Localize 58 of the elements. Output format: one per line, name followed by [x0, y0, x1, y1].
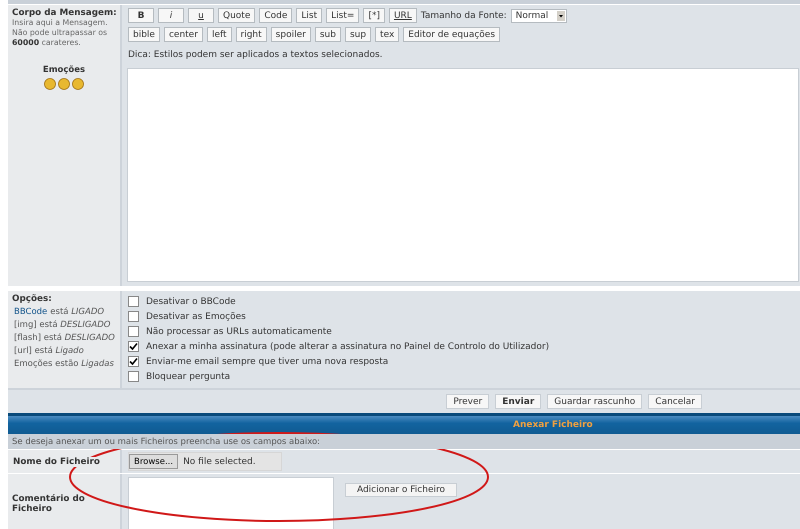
file-status: No file selected. [183, 456, 256, 466]
checkbox-label: Anexar a minha assinatura (pode alterar a assinatura no Painel de Controlo do Utilizador) [146, 342, 550, 352]
format-button[interactable]: List= [326, 8, 360, 23]
tip-text: Dica: Estilos podem ser aplicados a textos selecionados. [128, 50, 384, 60]
format-button[interactable]: Quote [218, 8, 256, 23]
format-button[interactable]: tex [375, 27, 400, 42]
format-button[interactable]: sub [314, 27, 341, 42]
status-text: [flash] está DESLIGADO [14, 333, 115, 343]
attach-hint: Se deseja anexar um ou mais Ficheiros preencha use os campos abaixo: [8, 434, 800, 449]
comment-label: Comentário do Ficheiro [12, 494, 86, 514]
format-button[interactable]: List [296, 8, 322, 23]
font-size-label: Tamanho da Fonte: [420, 10, 507, 20]
format-button[interactable]: B [128, 8, 154, 23]
file-name-label: Nome do Ficheiro [12, 456, 101, 466]
checkbox[interactable] [128, 311, 139, 322]
format-button[interactable]: bible [128, 27, 160, 42]
format-button[interactable]: left [206, 27, 232, 42]
status-text: Emoções estão Ligadas [14, 359, 114, 369]
format-button[interactable]: Code [259, 8, 292, 23]
action-button[interactable]: Guardar rascunho [547, 394, 642, 409]
browse-button[interactable]: Browse... [129, 454, 178, 469]
format-button[interactable]: [*] [363, 8, 385, 23]
comment-textarea[interactable] [128, 477, 334, 529]
action-button[interactable]: Enviar [495, 394, 542, 409]
checkbox-label: Desativar o BBCode [146, 296, 236, 306]
format-button[interactable]: u [188, 8, 214, 23]
font-size-select[interactable]: Normal [510, 8, 567, 22]
section-title: Anexar Ficheiro [513, 420, 593, 430]
smiley-icon[interactable] [44, 78, 56, 90]
status-text: [img] está DESLIGADO [14, 320, 110, 330]
format-button[interactable]: i [158, 8, 184, 23]
smiley-icon[interactable] [58, 78, 70, 90]
emotions-label: Emoções [42, 65, 86, 75]
status-text: está LIGADO [50, 307, 104, 317]
field-label: Corpo da Mensagem: [12, 8, 116, 18]
action-button[interactable]: Cancelar [648, 394, 702, 409]
options-label: Opções: [12, 294, 53, 304]
add-file-button[interactable]: Adicionar o Ficheiro [345, 483, 457, 497]
format-button[interactable]: right [236, 27, 267, 42]
checkbox-label: Bloquear pergunta [146, 372, 230, 382]
status-text: [url] está Ligado [14, 346, 84, 356]
checkbox-label: Não processar as URLs automaticamente [146, 326, 332, 336]
file-input[interactable]: Browse... No file selected. [128, 452, 282, 471]
format-button[interactable]: URL [388, 8, 417, 23]
bbcode-link[interactable]: BBCode [14, 307, 48, 317]
format-button[interactable]: center [164, 27, 203, 42]
smiley-icon[interactable] [72, 78, 84, 90]
checkbox[interactable] [128, 371, 139, 382]
checkbox[interactable] [128, 356, 139, 367]
action-button[interactable]: Prever [446, 394, 490, 409]
checkbox[interactable] [128, 326, 139, 337]
format-button[interactable]: Editor de equações [403, 27, 500, 42]
checkbox-label: Desativar as Emoções [146, 312, 246, 322]
format-button[interactable]: spoiler [270, 27, 311, 42]
checkbox[interactable] [128, 296, 139, 307]
format-button[interactable]: sup [344, 27, 372, 42]
checkbox-label: Enviar-me email sempre que tiver uma nova resposta [146, 356, 388, 366]
checkbox[interactable] [128, 341, 139, 352]
